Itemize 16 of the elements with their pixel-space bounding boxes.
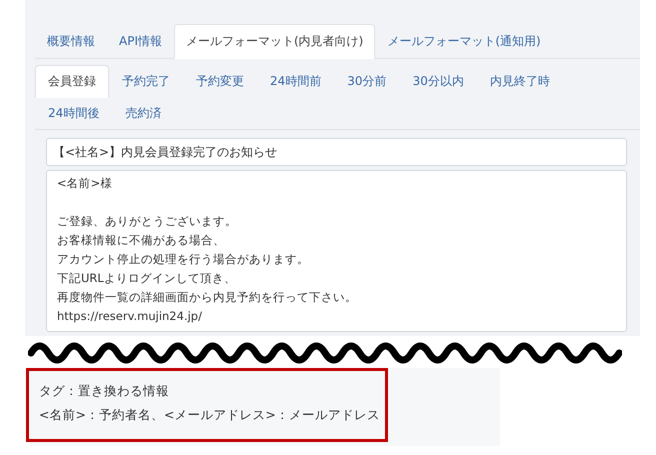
tab[interactable]: API情報 — [107, 24, 174, 59]
sub-tab[interactable]: 30分以内 — [400, 65, 477, 98]
tab[interactable]: メールフォーマット(通知用) — [375, 24, 553, 59]
sub-tab[interactable]: 予約完了 — [109, 65, 183, 98]
sub-tab[interactable]: 内見終了時 — [476, 65, 563, 98]
sub-tab[interactable]: 会員登録 — [35, 65, 109, 98]
sub-tab[interactable]: 24時間前 — [257, 65, 334, 98]
subject-input-field[interactable]: 【<社名>】内見会員登録完了のお知らせ — [46, 138, 627, 166]
tab[interactable]: メールフォーマット(内見者向け) — [174, 24, 376, 59]
sub-tab[interactable]: 予約変更 — [183, 65, 257, 98]
tab[interactable]: 概要情報 — [35, 24, 107, 59]
note-text: タグ：置き換わる情報 — [39, 382, 170, 400]
sub-tab[interactable]: 24時間後 — [35, 97, 112, 130]
sub-tab[interactable]: 売約済 — [112, 97, 174, 130]
message-body-field[interactable]: <名前>様 ご登録、ありがとうございます。 お客様情報に不備がある場合、 アカウント停止の処理を行う場合があります。 下記URLよりログインして頂き、 再度物件一覧の詳細画面から内見予約を行って下さい。 https://reserv.mujin24.jp/ — [46, 170, 627, 332]
sub-tab[interactable]: 30分前 — [334, 65, 400, 98]
